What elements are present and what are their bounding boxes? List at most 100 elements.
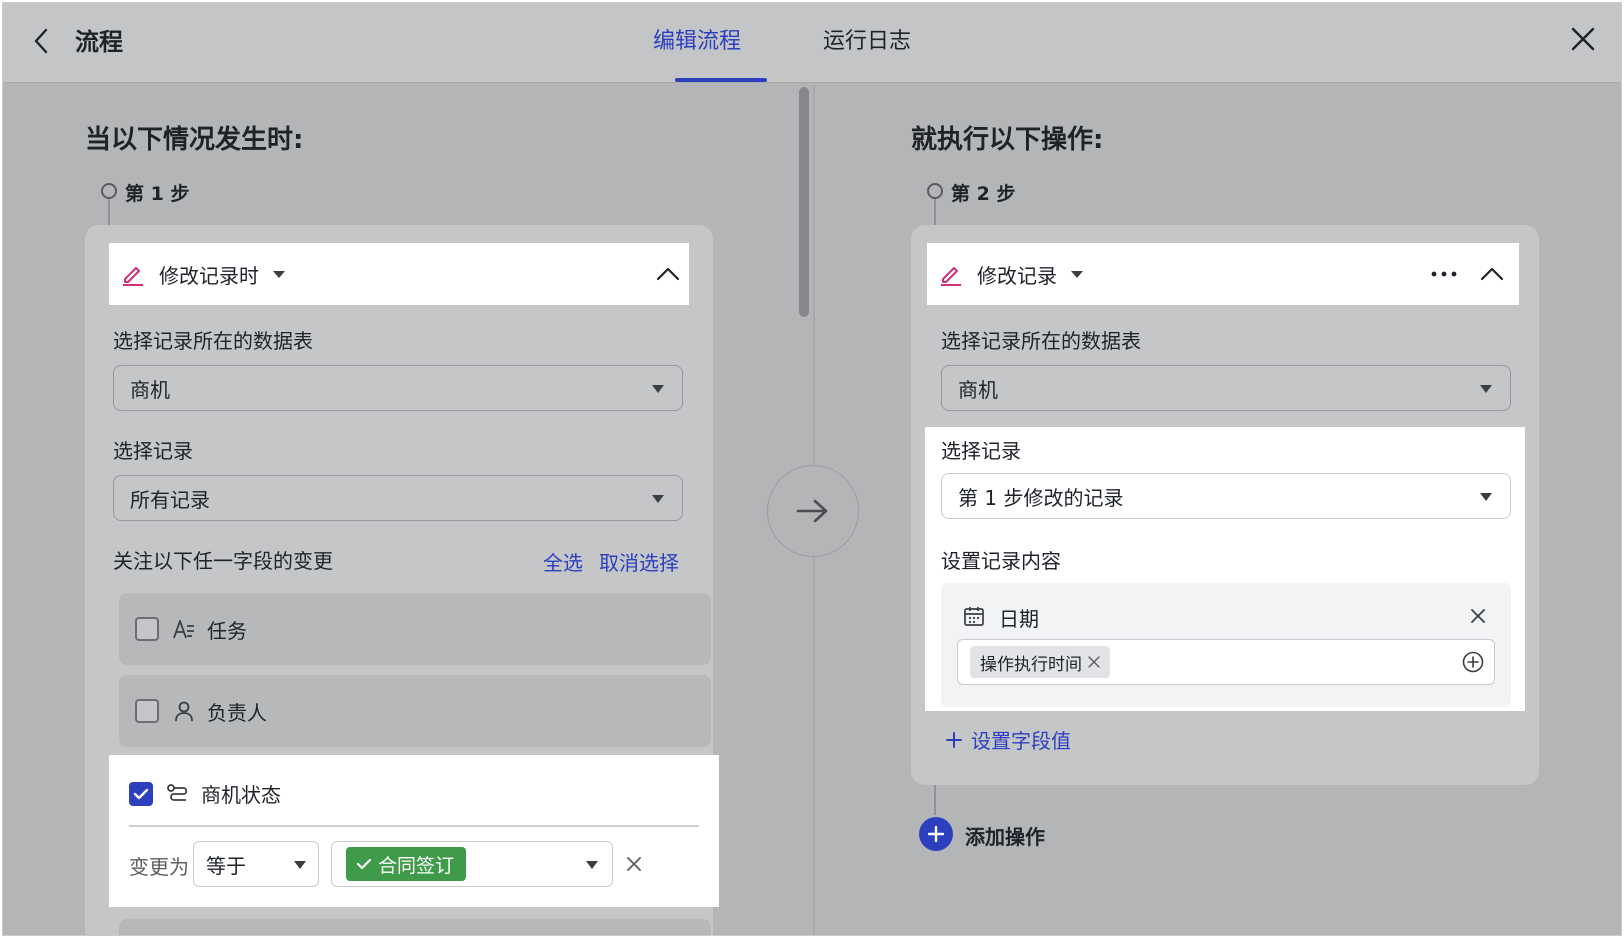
pencil-icon: [121, 261, 147, 287]
remove-condition-button[interactable]: [623, 853, 645, 875]
close-button[interactable]: [1565, 21, 1601, 57]
trigger-record-value: 所有记录: [130, 487, 210, 512]
status-value-select[interactable]: 合同签订: [331, 841, 613, 887]
trigger-head[interactable]: 修改记录时: [109, 243, 689, 305]
collapse-action-button[interactable]: [1477, 259, 1507, 289]
close-icon: [1471, 609, 1485, 623]
step-1-label: 第 1 步: [125, 183, 190, 205]
operator-select[interactable]: 等于: [193, 841, 319, 887]
record-content-label: 设置记录内容: [941, 549, 1061, 573]
chevron-up-icon: [1480, 267, 1504, 281]
checkbox-task[interactable]: [135, 617, 159, 641]
active-tab-indicator: [675, 78, 767, 82]
add-operation-button[interactable]: [919, 817, 953, 851]
time-tag: 操作执行时间: [970, 646, 1110, 678]
action-record-select[interactable]: 第 1 步修改的记录: [941, 473, 1511, 519]
caret-down-icon: [1071, 270, 1083, 278]
select-all-link[interactable]: 全选: [543, 547, 583, 576]
trigger-table-select[interactable]: 商机: [113, 365, 683, 411]
field-name: 商机状态: [201, 783, 281, 807]
action-section-title: 就执行以下操作:: [911, 125, 1104, 155]
dropdown-caret-icon: [294, 861, 306, 869]
action-table-select[interactable]: 商机: [941, 365, 1511, 411]
trigger-table-label: 选择记录所在的数据表: [113, 329, 313, 353]
flow-editor-dialog: 流程 编辑流程 运行日志 当以下情况发生时: 第 1 步 修改记录时 选择记录所…: [2, 2, 1622, 936]
plus-icon: [946, 731, 962, 748]
page-title: 流程: [75, 28, 123, 56]
watch-fields-label: 关注以下任一字段的变更: [113, 549, 333, 573]
action-card: 修改记录 选择记录所在的数据表 商机 选择记录 第 1 步修改的记录 设置记录内…: [911, 225, 1539, 785]
field-row-owner[interactable]: 负责人: [119, 675, 711, 747]
trigger-type: 修改记录时: [159, 263, 259, 288]
set-field-value-link[interactable]: 设置字段值: [945, 725, 1071, 754]
step-1-dot: [101, 183, 117, 199]
arrow-right-icon: [796, 499, 828, 523]
field-status-header[interactable]: 商机状态: [129, 779, 281, 808]
check-icon: [133, 788, 149, 799]
dropdown-caret-icon: [586, 861, 598, 869]
tab-edit-flow[interactable]: 编辑流程: [653, 23, 741, 55]
remove-field-button[interactable]: [1467, 605, 1489, 627]
dropdown-caret-icon: [652, 495, 664, 503]
dropdown-caret-icon: [1480, 385, 1492, 393]
more-horizontal-icon: [1431, 271, 1457, 277]
flow-status-icon: [165, 781, 191, 807]
step-2-connector: [934, 199, 936, 225]
date-value-input[interactable]: 操作执行时间: [957, 639, 1495, 685]
back-button[interactable]: [25, 25, 57, 57]
more-options-button[interactable]: [1429, 259, 1459, 289]
action-table-label: 选择记录所在的数据表: [941, 329, 1141, 353]
step-2-dot: [927, 183, 943, 199]
chevron-up-icon: [656, 267, 680, 281]
field-name: 负责人: [207, 700, 267, 725]
calendar-icon: [963, 605, 985, 631]
person-icon: [171, 698, 197, 724]
add-circle-icon[interactable]: [1462, 651, 1484, 677]
status-tag-label: 合同签订: [378, 854, 455, 877]
caret-down-icon: [273, 270, 285, 278]
check-icon: [356, 858, 372, 870]
text-field-icon: [171, 616, 197, 642]
tab-run-log[interactable]: 运行日志: [823, 23, 911, 55]
checkbox-status[interactable]: [129, 781, 153, 806]
deselect-link[interactable]: 取消选择: [599, 547, 679, 576]
time-tag-label: 操作执行时间: [980, 654, 1082, 675]
action-record-block: 选择记录 第 1 步修改的记录 设置记录内容 日期 操作执行时间: [925, 427, 1525, 711]
action-type: 修改记录: [977, 263, 1057, 288]
trigger-section-title: 当以下情况发生时:: [85, 125, 304, 155]
checkbox-owner[interactable]: [135, 699, 159, 723]
change-to-label: 变更为: [129, 855, 189, 879]
action-record-label: 选择记录: [941, 439, 1021, 463]
flow-arrow: [767, 465, 859, 557]
pencil-icon: [939, 261, 965, 287]
trigger-record-select[interactable]: 所有记录: [113, 475, 683, 521]
date-field-name: 日期: [999, 607, 1039, 631]
chevron-left-icon: [34, 28, 48, 54]
scrollbar[interactable]: [799, 87, 809, 317]
trigger-table-value: 商机: [130, 377, 170, 402]
step-2-label: 第 2 步: [951, 183, 1016, 205]
action-record-value: 第 1 步修改的记录: [958, 485, 1124, 510]
tag-remove-icon[interactable]: [1088, 656, 1100, 668]
close-icon: [627, 857, 641, 871]
field-row-status-selected: 商机状态 变更为 等于 合同签订: [109, 755, 719, 907]
date-field-card: 日期 操作执行时间: [941, 583, 1511, 707]
set-field-value-label: 设置字段值: [971, 729, 1071, 753]
add-operation-connector: [934, 785, 936, 815]
separator: [129, 825, 699, 827]
collapse-trigger-button[interactable]: [653, 259, 683, 289]
status-tag: 合同签订: [346, 847, 467, 881]
close-icon: [1571, 27, 1595, 51]
header: 流程 编辑流程 运行日志: [3, 3, 1621, 83]
action-table-value: 商机: [958, 377, 998, 402]
field-row-next[interactable]: [119, 919, 711, 935]
field-name: 任务: [207, 618, 247, 643]
dropdown-caret-icon: [1480, 493, 1492, 501]
plus-icon: [928, 826, 944, 842]
operator-value: 等于: [206, 853, 246, 878]
add-operation-label[interactable]: 添加操作: [965, 821, 1045, 850]
step-1-connector: [108, 199, 110, 225]
field-row-task[interactable]: 任务: [119, 593, 711, 665]
dropdown-caret-icon: [652, 385, 664, 393]
trigger-record-label: 选择记录: [113, 439, 193, 463]
